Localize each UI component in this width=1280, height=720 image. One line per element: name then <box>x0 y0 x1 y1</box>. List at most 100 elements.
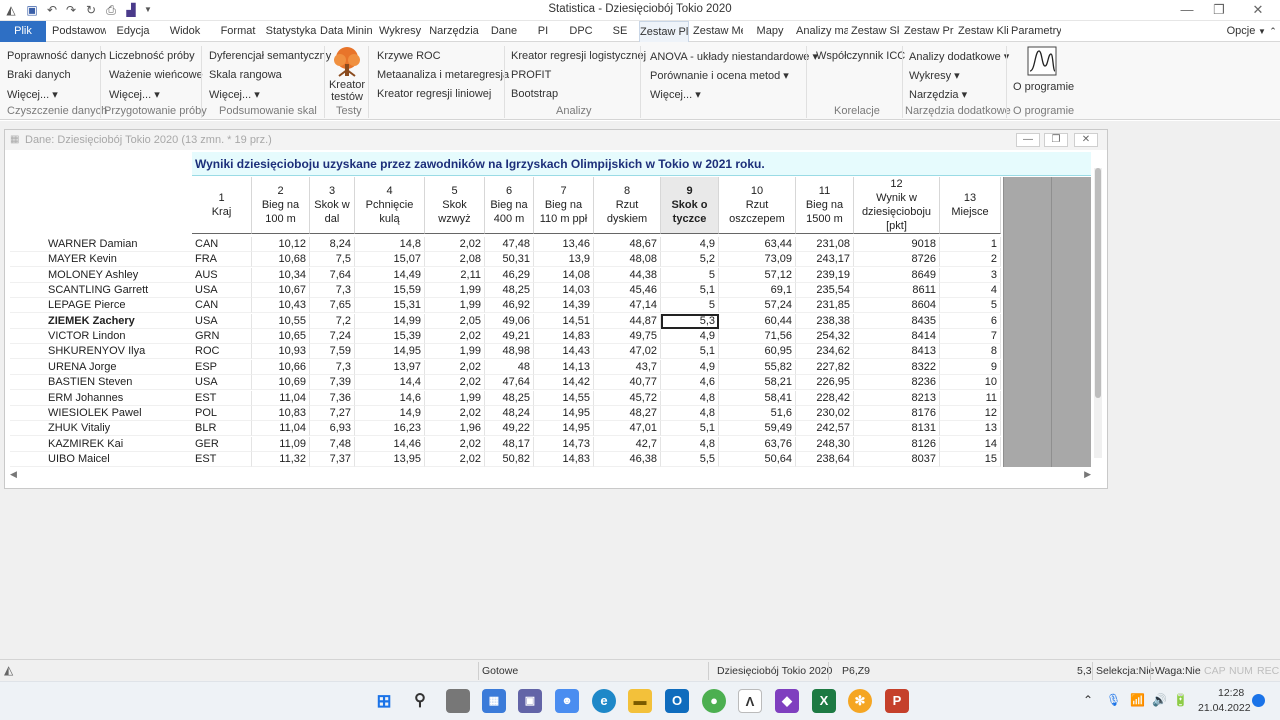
table-cell[interactable]: 58,21 <box>719 375 796 391</box>
table-cell[interactable]: 5,2 <box>661 252 719 268</box>
table-cell[interactable]: 2 <box>940 252 1001 268</box>
row-header[interactable]: SHKURENYOV Ilya <box>10 344 192 360</box>
table-cell[interactable]: 43,7 <box>594 359 661 375</box>
table-cell[interactable]: 10,67 <box>252 283 310 299</box>
row-header[interactable]: LEPAGE Pierce <box>10 298 192 314</box>
table-cell[interactable]: 8213 <box>854 390 940 406</box>
column-header[interactable]: 12 Wynik w dziesięcioboju [pkt] <box>854 177 940 234</box>
column-header[interactable]: 11 Bieg na 1500 m <box>796 177 854 234</box>
table-cell[interactable]: 48,17 <box>485 436 534 452</box>
table-cell[interactable]: 1,99 <box>425 283 485 299</box>
outlook-icon[interactable]: O <box>665 689 689 713</box>
table-cell[interactable]: 2,02 <box>425 237 485 252</box>
table-cell[interactable]: 10,12 <box>252 237 310 252</box>
table-cell[interactable]: 4,9 <box>661 359 719 375</box>
table-cell[interactable]: 7,5 <box>310 252 355 268</box>
table-cell[interactable]: 11,04 <box>252 421 310 437</box>
table-cell[interactable]: 14,46 <box>355 436 425 452</box>
tab-dane[interactable]: Dane <box>488 21 520 42</box>
table-cell[interactable]: 50,64 <box>719 451 796 467</box>
table-cell[interactable]: 60,44 <box>719 313 796 329</box>
table-cell[interactable]: 8604 <box>854 298 940 314</box>
table-cell[interactable]: 4,9 <box>661 237 719 252</box>
tab-data-mining[interactable]: Data Mining <box>320 21 372 42</box>
row-header[interactable]: BASTIEN Steven <box>10 375 192 391</box>
windows-start-icon[interactable]: ⊞ <box>372 689 396 713</box>
tab-analizy[interactable]: Analizy ma <box>796 21 848 42</box>
table-cell[interactable]: 1,96 <box>425 421 485 437</box>
profit-button[interactable]: PROFIT <box>511 69 551 81</box>
table-cell[interactable]: 14,99 <box>355 313 425 329</box>
table-cell[interactable]: 5 <box>661 267 719 283</box>
table-cell[interactable]: 48,25 <box>485 390 534 406</box>
row-header[interactable]: ZIEMEK Zachery <box>10 314 192 329</box>
ribbon-collapse-icon[interactable]: ⌃ <box>1267 21 1279 42</box>
table-cell[interactable]: 7,36 <box>310 390 355 406</box>
chrome-icon[interactable]: ● <box>702 689 726 713</box>
column-header[interactable]: 9 Skok o tyczce <box>661 177 719 234</box>
scroll-left-icon[interactable]: ◀ <box>10 469 17 480</box>
wykresy-dropdown-button[interactable]: Wykresy ▾ <box>909 69 960 82</box>
table-cell[interactable]: 7,24 <box>310 329 355 345</box>
table-cell[interactable]: 5 <box>661 298 719 314</box>
table-cell[interactable]: 14,4 <box>355 375 425 391</box>
tab-zestaw-sk[interactable]: Zestaw Sk <box>851 21 899 42</box>
table-cell[interactable]: 48,08 <box>594 252 661 268</box>
options-menu[interactable]: Opcje <box>1224 21 1258 42</box>
options-chevron-icon[interactable]: ▼ <box>1257 21 1267 42</box>
table-cell[interactable]: 48,98 <box>485 344 534 360</box>
table-cell[interactable]: 2,02 <box>425 436 485 452</box>
table-cell[interactable]: ESP <box>192 359 252 375</box>
column-header[interactable]: 7 Bieg na 110 m ppł <box>534 177 594 234</box>
table-cell[interactable]: 14,03 <box>534 283 594 299</box>
table-cell[interactable]: 2,02 <box>425 405 485 421</box>
table-cell[interactable]: 2,02 <box>425 375 485 391</box>
edge-icon[interactable]: e <box>592 689 616 713</box>
table-cell[interactable]: ROC <box>192 344 252 360</box>
table-cell[interactable]: 9018 <box>854 237 940 252</box>
row-header[interactable]: KAZMIREK Kai <box>10 437 192 452</box>
table-cell[interactable]: 47,64 <box>485 375 534 391</box>
table-cell[interactable]: CAN <box>192 237 252 252</box>
table-cell[interactable]: 47,48 <box>485 237 534 252</box>
table-cell[interactable]: POL <box>192 405 252 421</box>
table-cell[interactable]: 234,62 <box>796 344 854 360</box>
table-cell[interactable]: 248,30 <box>796 436 854 452</box>
column-header[interactable]: 3 Skok w dal <box>310 177 355 234</box>
tab-plik[interactable]: Plik <box>0 21 46 42</box>
table-cell[interactable]: 10 <box>940 375 1001 391</box>
table-cell[interactable]: 7,3 <box>310 359 355 375</box>
table-cell[interactable]: 16,23 <box>355 421 425 437</box>
table-cell[interactable]: 45,72 <box>594 390 661 406</box>
close-button[interactable]: ✕ <box>1248 2 1268 18</box>
table-cell[interactable]: 4,8 <box>661 390 719 406</box>
table-cell[interactable]: 40,77 <box>594 375 661 391</box>
table-cell[interactable]: 49,06 <box>485 313 534 329</box>
table-cell[interactable]: 6,93 <box>310 421 355 437</box>
table-cell[interactable]: 4 <box>940 283 1001 299</box>
table-cell[interactable]: BLR <box>192 421 252 437</box>
table-cell[interactable]: 10,66 <box>252 359 310 375</box>
table-cell[interactable]: 69,1 <box>719 283 796 299</box>
table-cell[interactable]: 5,3 <box>661 313 719 329</box>
table-cell[interactable]: 7,65 <box>310 298 355 314</box>
wifi-icon[interactable]: 📶 <box>1130 693 1145 707</box>
tab-podstawowe[interactable]: Podstawowe <box>52 21 106 42</box>
table-cell[interactable]: 4,9 <box>661 329 719 345</box>
table-cell[interactable]: 10,83 <box>252 405 310 421</box>
table-cell[interactable]: 8 <box>940 344 1001 360</box>
horizontal-scrollbar[interactable]: ◀ ▶ <box>10 469 1091 481</box>
table-cell[interactable]: 2,02 <box>425 451 485 467</box>
table-cell[interactable]: 238,64 <box>796 451 854 467</box>
table-cell[interactable]: USA <box>192 313 252 329</box>
table-cell[interactable]: 47,02 <box>594 344 661 360</box>
doc-restore-button[interactable]: ❐ <box>1044 133 1068 147</box>
skala-rangowa-button[interactable]: Skala rangowa <box>209 69 282 81</box>
row-header[interactable]: UIBO Maicel <box>10 452 192 467</box>
table-cell[interactable]: 46,92 <box>485 298 534 314</box>
table-cell[interactable]: 228,42 <box>796 390 854 406</box>
table-cell[interactable]: 11 <box>940 390 1001 406</box>
table-cell[interactable]: 8131 <box>854 421 940 437</box>
table-cell[interactable]: 5 <box>940 298 1001 314</box>
clock-time[interactable]: 12:28 <box>1218 687 1244 699</box>
